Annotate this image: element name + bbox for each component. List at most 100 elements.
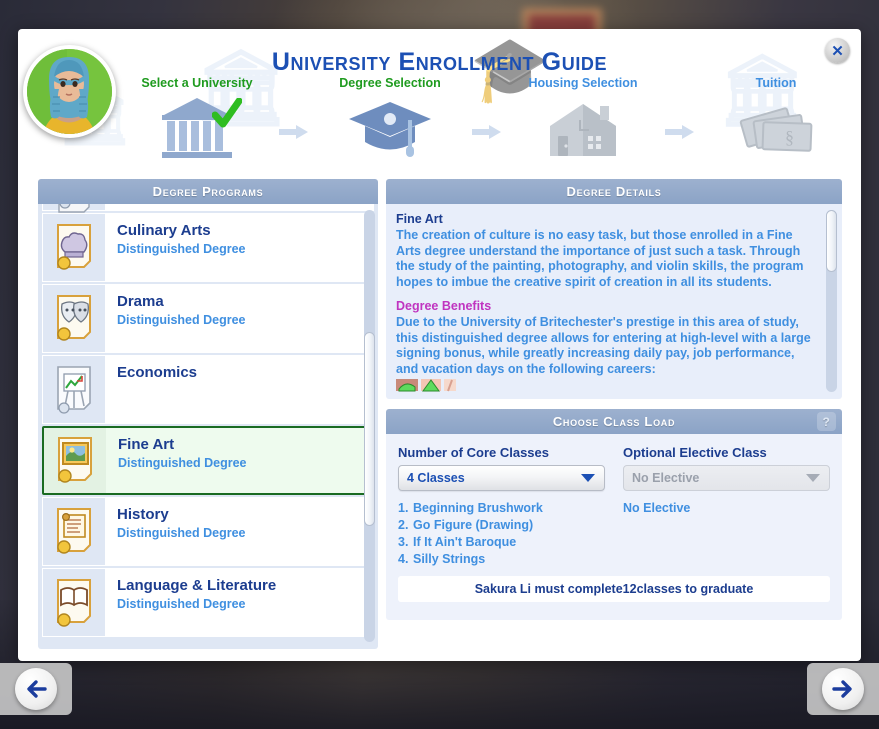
step-arrow-icon [470, 102, 504, 162]
list-item-subtitle: Distinguished Degree [117, 526, 246, 540]
list-item-title: Drama [117, 293, 164, 310]
core-classes-list: 1. Beginning Brushwork 2. Go Figure (Drawi… [398, 500, 605, 568]
degree-programs-list[interactable]: Culinary Arts Distinguished Degree Drama… [38, 204, 378, 649]
money-bills-icon: § [717, 96, 835, 156]
degree-benefits-heading: Degree Benefits [396, 299, 492, 313]
sim-portrait [27, 49, 112, 134]
graduation-cap-icon [331, 96, 449, 157]
class-name: Silly Strings [413, 552, 486, 566]
choose-class-load-body: Number of Core Classes 4 Classes 1. Begin… [386, 434, 842, 620]
easel-chart-diploma-icon [43, 356, 105, 423]
degree-details-body[interactable]: Fine Art The creation of culture is no e… [386, 204, 842, 399]
list-item-subtitle: Distinguished Degree [117, 242, 246, 256]
degree-programs-header: Degree Programs [38, 179, 378, 204]
list-item-culinary-arts[interactable]: Culinary Arts Distinguished Degree [42, 213, 374, 282]
list-item[interactable] [42, 204, 374, 213]
degree-benefits-text: Due to the University of Britechester's … [396, 315, 811, 376]
step-housing-selection[interactable]: Housing Selection [524, 76, 642, 156]
degree-list-scroll-thumb[interactable] [364, 332, 375, 526]
avatar[interactable] [23, 45, 116, 138]
list-item: 2. Go Figure (Drawing) [398, 517, 605, 534]
elective-class-value: No Elective [632, 471, 700, 485]
theater-masks-diploma-icon [43, 285, 105, 352]
class-number: 4. [398, 552, 409, 566]
forward-arrow-icon[interactable] [822, 668, 864, 710]
grad-note-post: classes to graduate [636, 582, 754, 596]
step-label: Tuition [755, 76, 797, 90]
class-number: 2. [398, 518, 409, 532]
step-arrow-icon [277, 102, 311, 162]
class-name: Beginning Brushwork [413, 501, 543, 515]
house-icon [524, 96, 642, 156]
back-arrow-icon[interactable] [15, 668, 57, 710]
check-mark-icon [212, 98, 242, 128]
choose-class-load-header: Choose Class Load ? [386, 409, 842, 434]
grad-note-pre: Sakura Li must complete [474, 582, 623, 596]
list-item-language-literature[interactable]: Language & Literature Distinguished Degr… [42, 568, 374, 637]
step-arrow-icon [663, 102, 697, 162]
chevron-down-icon [806, 474, 820, 482]
degree-details-scrollbar[interactable] [826, 210, 837, 392]
step-label: Degree Selection [339, 76, 441, 90]
enrollment-steps: Select a University Degree Selection Hou… [138, 76, 835, 162]
list-item-subtitle: Distinguished Degree [117, 313, 246, 327]
class-number: 1. [398, 501, 409, 515]
elective-class-column: Optional Elective Class No Elective No E… [623, 445, 830, 568]
grad-note-count: 12 [622, 582, 637, 596]
elective-class-label: Optional Elective Class [623, 445, 767, 460]
list-item-drama[interactable]: Drama Distinguished Degree [42, 284, 374, 353]
class-name: Go Figure (Drawing) [413, 518, 534, 532]
page-title: University Enrollment Guide [271, 48, 608, 76]
right-column: Degree Details Fine Art The creation of … [386, 179, 842, 620]
close-icon[interactable]: ✕ [825, 38, 850, 63]
help-icon[interactable]: ? [817, 412, 836, 431]
step-degree-selection[interactable]: Degree Selection [331, 76, 449, 157]
list-item: No Elective [623, 501, 691, 515]
core-classes-label: Number of Core Classes [398, 445, 549, 460]
enrollment-dialog: 🏛 🎓 🏛 🏛 University Enrollment Guide Sele… [18, 29, 861, 661]
class-name: If It Ain't Baroque [413, 535, 517, 549]
open-book-diploma-icon [43, 569, 105, 636]
university-building-icon [138, 96, 256, 158]
career-icon-2 [421, 379, 441, 392]
career-icon-3 [444, 379, 456, 392]
elective-class-dropdown[interactable]: No Elective [623, 465, 830, 491]
graduation-requirement-note: Sakura Li must complete 12 classes to gr… [398, 576, 830, 602]
degree-detail-description: The creation of culture is no easy task,… [396, 228, 804, 289]
list-item-title: Language & Literature [117, 577, 277, 594]
list-item-economics[interactable]: Economics [42, 355, 374, 424]
list-item-subtitle: Distinguished Degree [118, 456, 247, 470]
scroll-diploma-icon [43, 498, 105, 565]
list-item-title: Economics [117, 364, 198, 381]
degree-details-header: Degree Details [386, 179, 842, 204]
class-number: 3. [398, 535, 409, 549]
list-item-title: History [117, 506, 169, 523]
elective-classes-list: No Elective [623, 500, 830, 517]
list-item: 1. Beginning Brushwork [398, 500, 605, 517]
degree-detail-title: Fine Art [396, 212, 443, 226]
list-item-fine-art[interactable]: Fine Art Distinguished Degree [42, 426, 374, 495]
list-item-history[interactable]: History Distinguished Degree [42, 497, 374, 566]
chef-hat-diploma-icon [43, 214, 105, 281]
painting-diploma-icon [44, 428, 106, 493]
list-item: 3. If It Ain't Baroque [398, 534, 605, 551]
choose-class-load-panel: Choose Class Load ? Number of Core Class… [386, 409, 842, 620]
next-button[interactable] [807, 663, 879, 715]
degree-programs-panel: Degree Programs Culinary Arts Distinguis… [38, 179, 378, 649]
back-button[interactable] [0, 663, 72, 715]
step-select-a-university[interactable]: Select a University [138, 76, 256, 158]
step-label: Housing Selection [528, 76, 638, 90]
career-icons [396, 377, 820, 393]
computer-diploma-icon [43, 204, 105, 213]
core-classes-dropdown[interactable]: 4 Classes [398, 465, 605, 491]
degree-list-scrollbar[interactable] [364, 210, 375, 642]
list-item: 4. Silly Strings [398, 551, 605, 568]
degree-details-scroll-thumb[interactable] [826, 210, 837, 272]
list-item-title: Fine Art [118, 436, 175, 453]
list-item-subtitle: Distinguished Degree [117, 597, 246, 611]
step-tuition[interactable]: Tuition § [717, 76, 835, 156]
list-item-title: Culinary Arts [117, 222, 211, 239]
svg-text:§: § [785, 127, 794, 147]
career-icon-1 [396, 379, 418, 392]
chevron-down-icon [581, 474, 595, 482]
